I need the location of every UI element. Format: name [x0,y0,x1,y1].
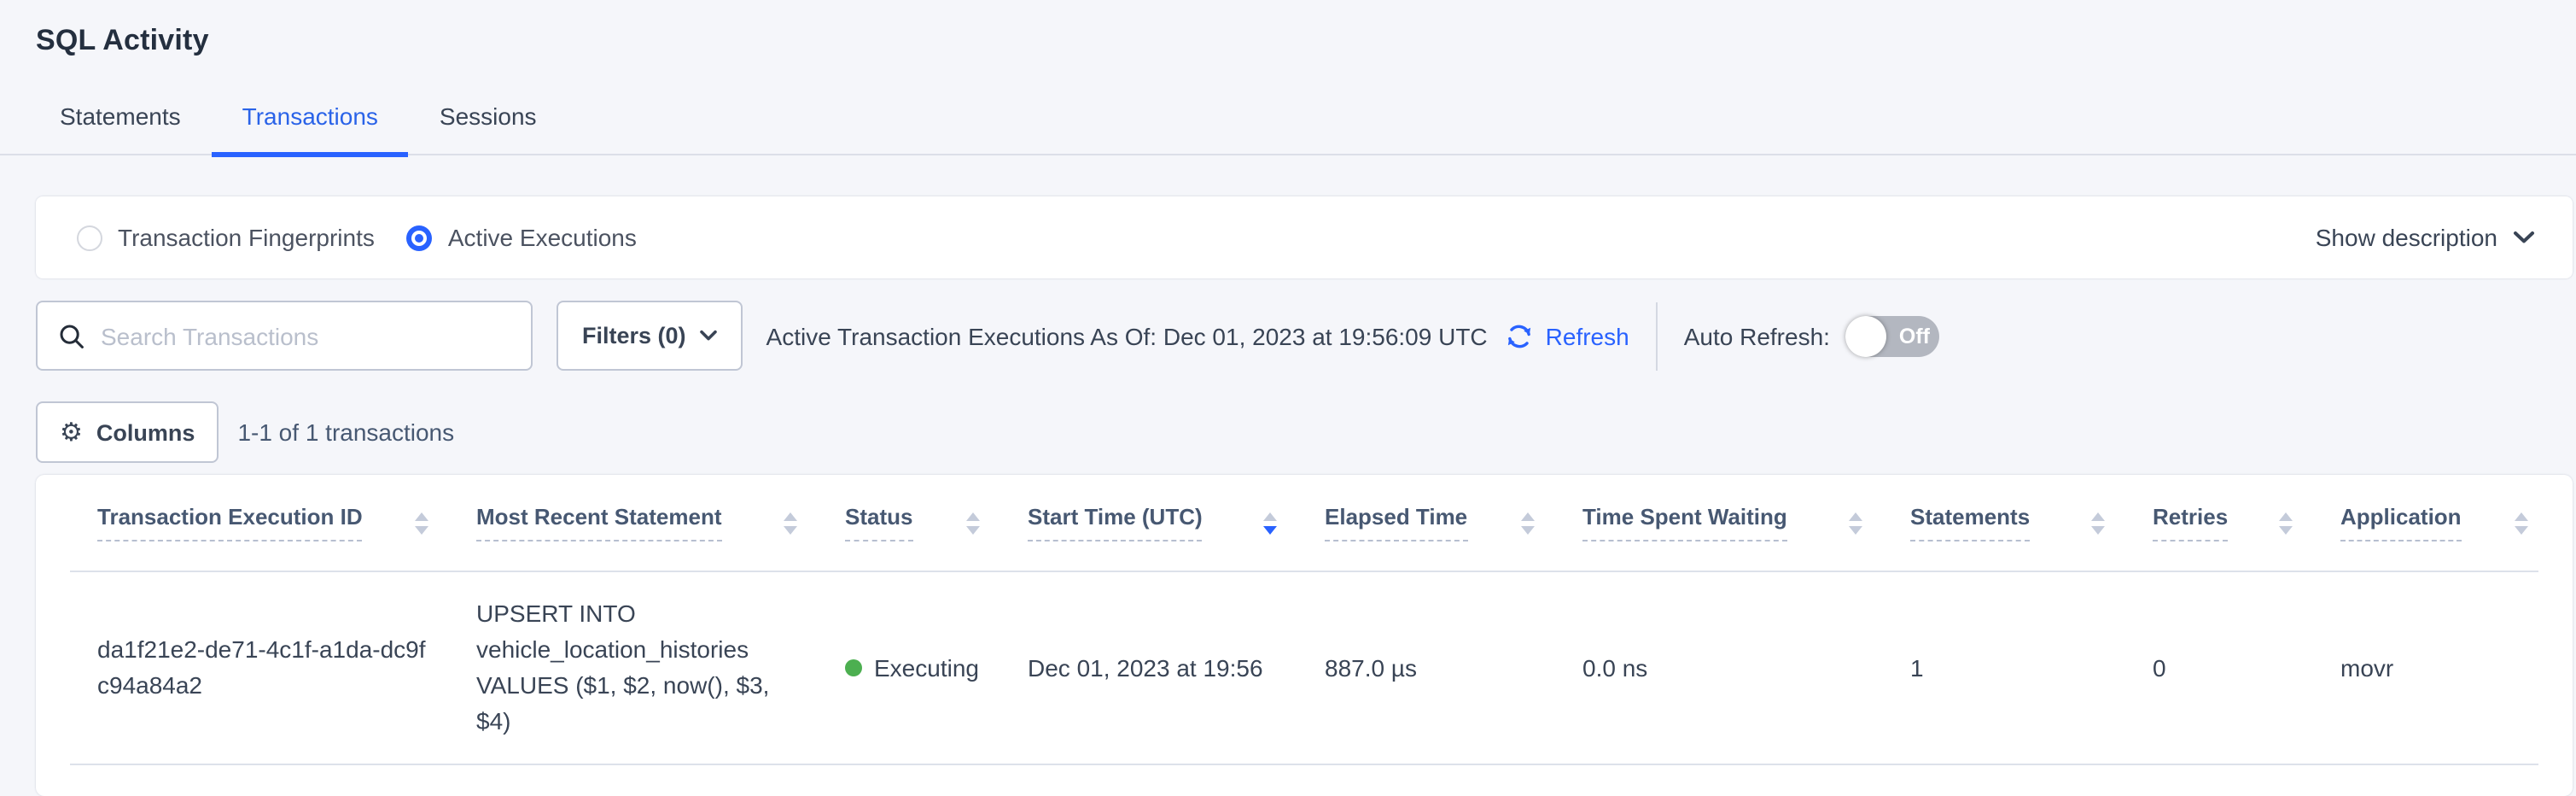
cell-application: movr [2340,650,2538,686]
search-input[interactable] [101,322,514,349]
column-header-most-recent-statement[interactable]: Most Recent Statement [476,504,845,541]
tab-sessions[interactable]: Sessions [409,102,568,157]
auto-refresh-label: Auto Refresh: [1684,322,1830,349]
radio-unselected-icon[interactable] [77,225,102,250]
columns-button[interactable]: ⚙ Columns [36,401,219,463]
column-header-start-time[interactable]: Start Time (UTC) [1028,504,1325,541]
chevron-down-icon [700,330,717,342]
refresh-icon [1505,320,1536,351]
search-icon [58,322,85,349]
sort-icon[interactable] [2279,512,2293,534]
toggle-knob [1845,315,1886,356]
results-count: 1-1 of 1 transactions [237,418,454,446]
column-header-elapsed-time[interactable]: Elapsed Time [1325,504,1582,541]
show-description-label: Show description [2316,224,2497,251]
gear-icon: ⚙ [60,419,83,445]
sort-icon[interactable] [1849,512,1862,534]
as-of-timestamp: Active Transaction Executions As Of: Dec… [766,322,1488,349]
refresh-label: Refresh [1546,322,1629,349]
sort-icon[interactable] [1521,512,1535,534]
sort-icon[interactable] [784,512,797,534]
radio-active-executions[interactable]: Active Executions [407,224,637,251]
filters-button[interactable]: Filters (0) [557,301,743,371]
view-mode-card: Transaction Fingerprints Active Executio… [36,196,2573,278]
cell-elapsed-time: 887.0 µs [1325,650,1582,686]
sort-icon[interactable] [966,512,980,534]
column-header-retries[interactable]: Retries [2153,504,2340,541]
cell-start-time: Dec 01, 2023 at 19:56 [1028,650,1325,686]
search-box[interactable] [36,301,533,371]
sort-icon[interactable] [415,512,428,534]
chevron-down-icon [2513,231,2535,244]
column-header-statements[interactable]: Statements [1910,504,2153,541]
columns-button-label: Columns [96,419,195,445]
sort-icon[interactable] [2515,512,2528,534]
tab-bar: Statements Transactions Sessions [0,102,2576,155]
cell-transaction-execution-id: da1f21e2-de71-4c1f-a1da-dc9fc94a84a2 [97,632,476,704]
table-header-row: Transaction Execution ID Most Recent Sta… [70,475,2538,572]
auto-refresh-control: Auto Refresh: Off [1684,315,1939,356]
sql-activity-page: SQL Activity Statements Transactions Ses… [0,0,2576,786]
auto-refresh-state: Off [1890,315,1939,356]
column-header-transaction-execution-id[interactable]: Transaction Execution ID [97,504,476,541]
radio-active-executions-label: Active Executions [448,224,637,251]
column-header-time-spent-waiting[interactable]: Time Spent Waiting [1582,504,1910,541]
column-header-status[interactable]: Status [845,504,1028,541]
transactions-table: Transaction Execution ID Most Recent Sta… [36,475,2573,796]
show-description-toggle[interactable]: Show description [2316,224,2545,251]
toolbar: Filters (0) Active Transaction Execution… [36,301,2573,371]
toolbar-divider [1657,301,1658,370]
refresh-button[interactable]: Refresh [1505,320,1629,351]
cell-most-recent-statement: UPSERT INTO vehicle_location_histories V… [476,596,845,740]
tab-statements[interactable]: Statements [29,102,212,157]
table-controls-row: ⚙ Columns 1-1 of 1 transactions [36,401,2573,463]
auto-refresh-toggle[interactable]: Off [1845,315,1939,356]
cell-status: Executing [845,650,1028,686]
filters-button-label: Filters (0) [582,323,686,348]
sort-icon-active-desc[interactable] [1263,512,1277,534]
sort-icon[interactable] [2091,512,2105,534]
cell-retries: 0 [2153,650,2340,686]
cell-time-spent-waiting: 0.0 ns [1582,650,1910,686]
status-label: Executing [874,650,979,686]
radio-transaction-fingerprints[interactable]: Transaction Fingerprints [77,224,375,251]
tab-transactions[interactable]: Transactions [212,102,409,157]
column-header-application[interactable]: Application [2340,504,2538,541]
executing-status-dot [845,659,862,676]
radio-transaction-fingerprints-label: Transaction Fingerprints [118,224,375,251]
radio-selected-icon[interactable] [407,225,433,250]
table-row[interactable]: da1f21e2-de71-4c1f-a1da-dc9fc94a84a2 UPS… [70,572,2538,765]
page-title: SQL Activity [0,0,2576,58]
cell-statements: 1 [1910,650,2153,686]
